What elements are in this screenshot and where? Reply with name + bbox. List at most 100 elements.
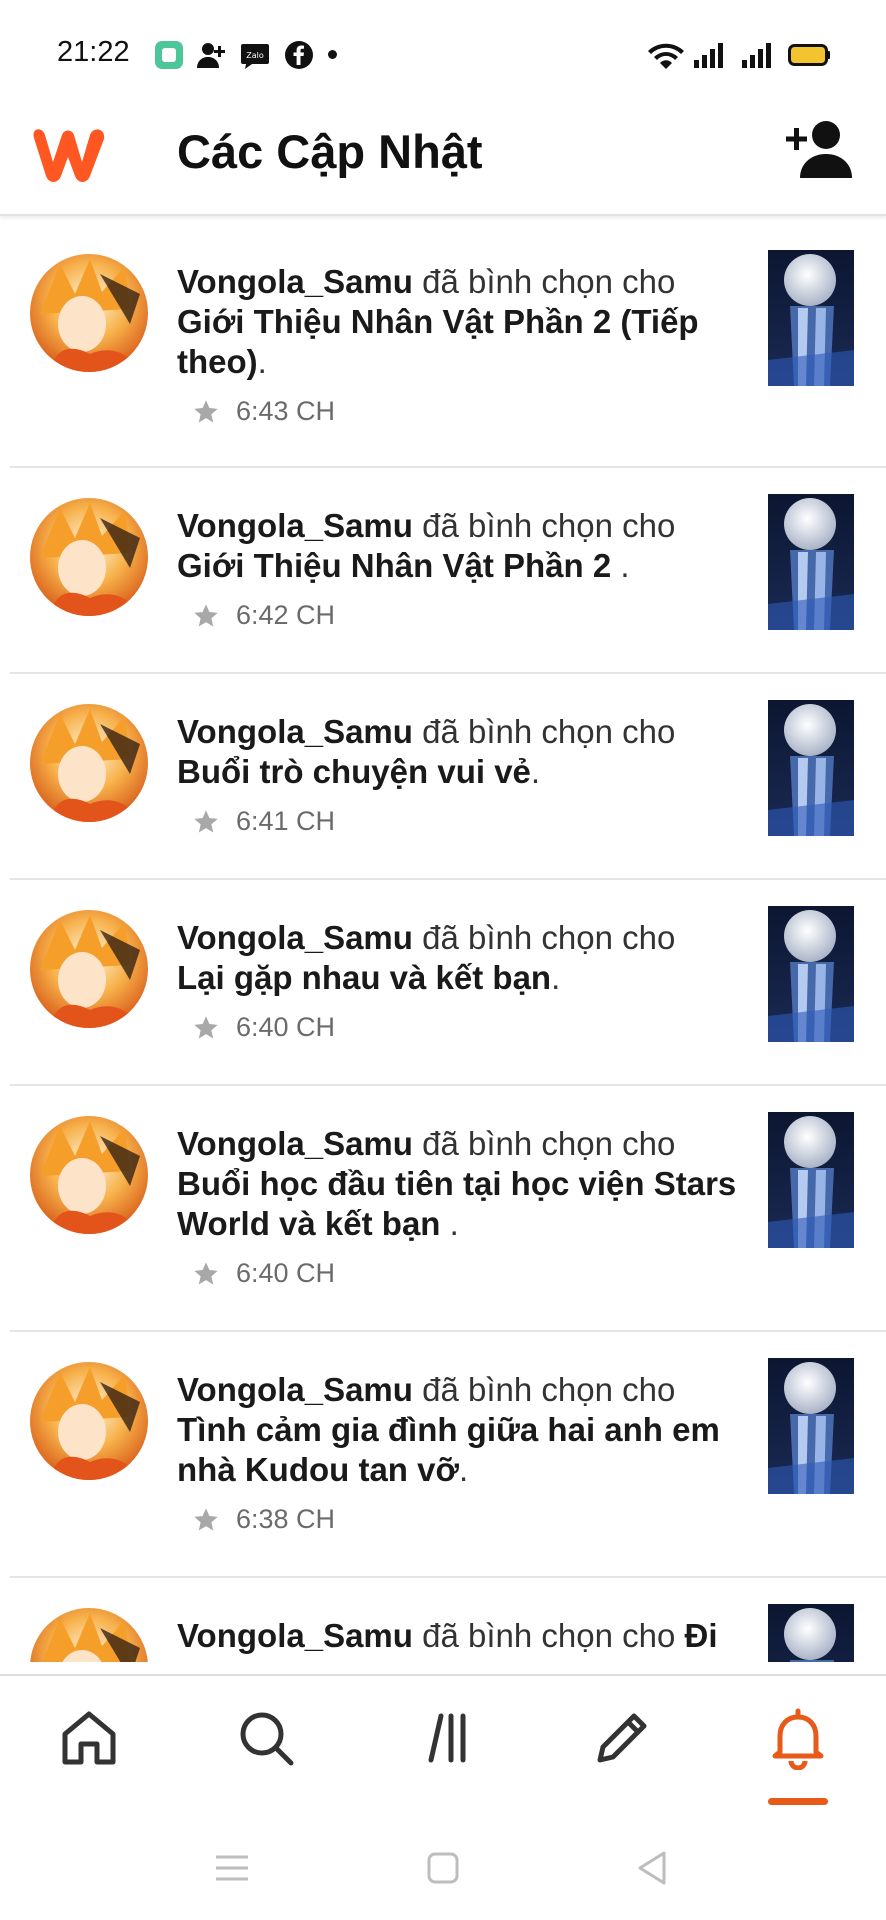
feed-item[interactable]: Vongola_Samu đã bình chọn cho Lại gặp nha… <box>10 880 886 1086</box>
home-square-icon[interactable] <box>425 1850 461 1886</box>
story-cover[interactable] <box>768 250 854 386</box>
star-icon <box>194 1261 218 1284</box>
avatar[interactable] <box>30 1362 148 1480</box>
story-title[interactable]: Đi <box>685 1617 718 1654</box>
action-text: đã bình chọn cho <box>422 919 676 956</box>
vote-time: 6:43 CH <box>236 396 336 426</box>
vote-time: 6:42 CH <box>236 600 336 630</box>
sentence-end: . <box>620 547 630 584</box>
username[interactable]: Vongola_Samu <box>177 713 413 750</box>
system-nav-bar <box>0 1814 886 1920</box>
star-icon <box>194 399 218 422</box>
vote-meta: 6:41 CH <box>192 806 335 837</box>
vote-time: 6:38 CH <box>236 1504 336 1534</box>
avatar[interactable] <box>30 1116 148 1234</box>
action-text: đã bình chọn cho <box>422 263 676 300</box>
notifications-icon[interactable] <box>766 1706 830 1770</box>
zalo-icon: Zalo <box>241 44 269 69</box>
avatar[interactable] <box>30 254 148 372</box>
username[interactable]: Vongola_Samu <box>177 263 413 300</box>
avatar[interactable] <box>30 1608 148 1662</box>
story-title[interactable]: Buổi trò chuyện vui vẻ <box>177 753 531 790</box>
add-user-icon[interactable] <box>786 118 856 180</box>
notification-feed: Vongola_Samu đã bình chọn cho Giới Thiệu … <box>0 222 886 1662</box>
activity-text[interactable]: Vongola_Samu đã bình chọn cho Buổi trò ch… <box>177 712 737 792</box>
story-title[interactable]: Tình cảm gia đình giữa hai anh em nhà Ku… <box>177 1411 720 1488</box>
story-cover[interactable] <box>768 494 854 630</box>
action-text: đã bình chọn cho <box>422 1617 676 1654</box>
activity-text[interactable]: Vongola_Samu đã bình chọn cho Đi <box>177 1616 737 1656</box>
notification-dot <box>328 50 337 59</box>
action-text: đã bình chọn cho <box>422 507 676 544</box>
activity-text[interactable]: Vongola_Samu đã bình chọn cho Buổi học đầ… <box>177 1124 737 1244</box>
star-icon <box>194 603 218 626</box>
story-title[interactable]: Lại gặp nhau và kết bạn <box>177 959 551 996</box>
story-title[interactable]: Giới Thiệu Nhân Vật Phần 2 <box>177 547 620 584</box>
sentence-end: . <box>458 1451 469 1488</box>
action-text: đã bình chọn cho <box>422 713 676 750</box>
svg-text:Zalo: Zalo <box>246 51 264 60</box>
activity-text[interactable]: Vongola_Samu đã bình chọn cho Tình cảm gi… <box>177 1370 737 1490</box>
story-cover[interactable] <box>768 1112 854 1248</box>
vote-meta: 6:42 CH <box>192 600 335 631</box>
action-text: đã bình chọn cho <box>422 1371 676 1408</box>
sentence-end: . <box>449 1205 459 1242</box>
status-bar: 21:22 Zalo <box>0 0 886 100</box>
vote-meta: 6:43 CH <box>192 396 335 427</box>
search-icon[interactable] <box>234 1706 298 1770</box>
sentence-end: . <box>551 959 561 996</box>
sentence-end: . <box>257 343 267 380</box>
story-cover[interactable] <box>768 1358 854 1494</box>
vote-meta: 6:38 CH <box>192 1504 335 1535</box>
vote-meta: 6:40 CH <box>192 1012 335 1043</box>
story-title[interactable]: Giới Thiệu Nhân Vật Phần 2 (Tiếp theo) <box>177 303 699 380</box>
battery-icon <box>788 44 830 66</box>
story-cover[interactable] <box>768 700 854 836</box>
feed-list: Vongola_Samu đã bình chọn cho Giới Thiệu … <box>0 222 886 1662</box>
avatar[interactable] <box>30 704 148 822</box>
star-icon <box>194 809 218 832</box>
feed-item[interactable]: Vongola_Samu đã bình chọn cho Đi <box>10 1578 886 1662</box>
vote-meta: 6:40 CH <box>192 1258 335 1289</box>
home-icon[interactable] <box>57 1706 121 1770</box>
star-icon <box>194 1507 218 1530</box>
activity-text[interactable]: Vongola_Samu đã bình chọn cho Giới Thiệu … <box>177 262 737 382</box>
feed-item[interactable]: Vongola_Samu đã bình chọn cho Giới Thiệu … <box>10 468 886 674</box>
active-tab-indicator <box>768 1798 828 1805</box>
write-icon[interactable] <box>590 1706 654 1770</box>
signal-icon <box>694 43 723 68</box>
username[interactable]: Vongola_Samu <box>177 1125 413 1162</box>
feed-item[interactable]: Vongola_Samu đã bình chọn cho Buổi trò ch… <box>10 674 886 880</box>
avatar[interactable] <box>30 498 148 616</box>
page-title: Các Cập Nhật <box>177 125 483 178</box>
feed-item[interactable]: Vongola_Samu đã bình chọn cho Buổi học đầ… <box>10 1086 886 1332</box>
avatar[interactable] <box>30 910 148 1028</box>
wifi-icon <box>648 43 684 69</box>
story-cover[interactable] <box>768 1604 854 1662</box>
username[interactable]: Vongola_Samu <box>177 1617 413 1654</box>
activity-text[interactable]: Vongola_Samu đã bình chọn cho Giới Thiệu … <box>177 506 737 586</box>
back-icon[interactable] <box>634 1850 670 1886</box>
story-cover[interactable] <box>768 906 854 1042</box>
bottom-nav <box>0 1674 886 1814</box>
username[interactable]: Vongola_Samu <box>177 1371 413 1408</box>
feed-item[interactable]: Vongola_Samu đã bình chọn cho Giới Thiệu … <box>10 222 886 468</box>
status-time: 21:22 <box>57 36 130 68</box>
username[interactable]: Vongola_Samu <box>177 507 413 544</box>
sentence-end: . <box>530 753 541 790</box>
wattpad-logo[interactable] <box>26 118 112 186</box>
vote-time: 6:40 CH <box>236 1012 336 1042</box>
facebook-icon <box>285 41 313 69</box>
feed-item[interactable]: Vongola_Samu đã bình chọn cho Tình cảm gi… <box>10 1332 886 1578</box>
activity-text[interactable]: Vongola_Samu đã bình chọn cho Lại gặp nha… <box>177 918 737 998</box>
menu-icon[interactable] <box>214 1850 250 1886</box>
vote-time: 6:41 CH <box>236 806 336 836</box>
action-text: đã bình chọn cho <box>422 1125 676 1162</box>
library-icon[interactable] <box>413 1706 477 1770</box>
star-icon <box>194 1015 218 1038</box>
app-icon <box>155 41 183 69</box>
username[interactable]: Vongola_Samu <box>177 919 413 956</box>
vote-time: 6:40 CH <box>236 1258 336 1288</box>
add-contact-icon <box>197 43 225 68</box>
signal-icon <box>742 43 771 68</box>
